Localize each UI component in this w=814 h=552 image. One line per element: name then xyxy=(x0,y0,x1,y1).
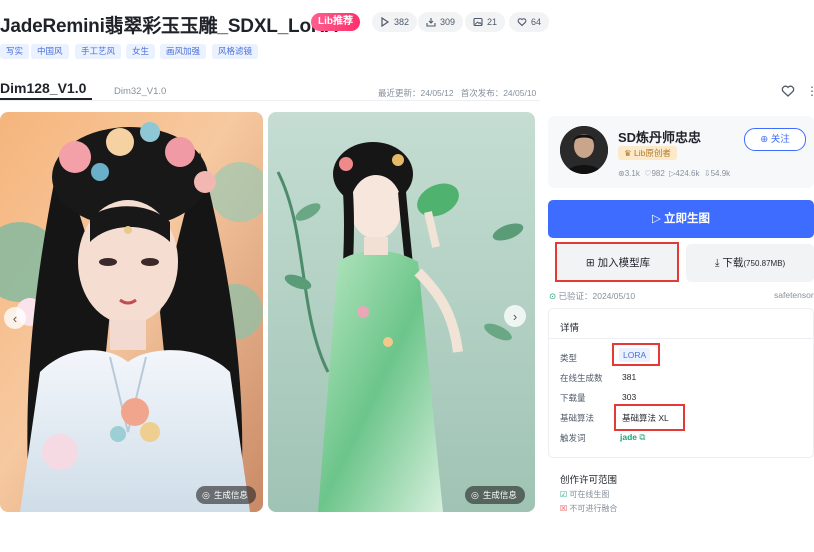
author-stats: ⊛3.1k ♡982 ▷424.6k ⇩54.9k xyxy=(618,169,730,178)
jade-figure-standing-image xyxy=(268,112,535,512)
generate-now-button[interactable]: ▷ 立即生图 xyxy=(548,200,814,238)
tab-version-dim128[interactable]: Dim128_V1.0 xyxy=(0,80,86,96)
detail-label-online-gens: 在线生成数 xyxy=(560,373,603,383)
download-button[interactable]: ⤓ 下载(750.87MB) xyxy=(686,244,814,282)
download-icon: ⇩ xyxy=(703,169,711,178)
download-size: (750.87MB) xyxy=(743,259,786,268)
detail-label-type: 类型 xyxy=(560,353,578,363)
tabs-divider xyxy=(0,100,540,101)
likes-count: 64 xyxy=(531,17,542,27)
detail-value-downloads: 303 xyxy=(622,392,637,402)
runs-stat: 382 xyxy=(372,12,418,32)
highlight-box-base-algorithm xyxy=(614,404,685,431)
jade-woman-portrait-image xyxy=(0,112,263,512)
favorite-heart-icon[interactable] xyxy=(781,84,795,98)
play-icon: ▷ xyxy=(651,213,661,225)
generation-info-button-2[interactable]: ◎ 生成信息 xyxy=(465,486,525,504)
verified-info: ⊙ 已验证：2024/05/10 xyxy=(549,290,635,302)
detail-value-online-gens: 381 xyxy=(622,372,637,382)
image-icon xyxy=(473,17,483,27)
tag-chip[interactable]: 风格滤镜 xyxy=(212,44,259,59)
file-format: safetensors xyxy=(774,290,814,300)
trigger-word-text: jade xyxy=(620,432,638,442)
tab-version-dim32[interactable]: Dim32_V1.0 xyxy=(114,86,166,97)
avatar[interactable] xyxy=(560,126,608,174)
tag-chip[interactable]: 中国风 xyxy=(31,44,69,59)
downloads-count: 309 xyxy=(440,17,456,27)
tag-chip[interactable]: 写实 xyxy=(0,44,30,59)
details-divider xyxy=(549,338,814,339)
images-count: 21 xyxy=(487,17,498,27)
x-square-icon: ☒ xyxy=(560,504,568,513)
chevron-right-icon: › xyxy=(512,308,518,324)
followers-icon: ⊛ xyxy=(618,169,625,178)
download-icon: ⤓ xyxy=(714,257,720,269)
license-forbidden-text: 不可进行融合 xyxy=(569,504,618,513)
more-menu-icon[interactable]: ⋮ xyxy=(806,84,814,98)
trigger-word-value[interactable]: jade ⧉ xyxy=(620,432,645,443)
generation-info-button-1[interactable]: ◎ 生成信息 xyxy=(196,486,256,504)
lib-recommend-badge: Lib推荐 xyxy=(311,13,360,31)
check-square-icon: ☑ xyxy=(560,490,568,499)
download-label: 下载 xyxy=(722,257,744,269)
detail-label-trigger-word: 触发词 xyxy=(560,433,586,443)
generation-info-label: 生成信息 xyxy=(213,490,248,500)
eye-icon: ◎ xyxy=(202,490,210,500)
creator-badge: ♛ Lib原创者 xyxy=(618,146,677,160)
generation-info-label: 生成信息 xyxy=(482,490,517,500)
license-item-forbidden: ☒ 不可进行融合 xyxy=(560,503,617,514)
model-title: JadeRemini翡翠彩玉玉雕_SDXL_LoRA xyxy=(0,16,338,37)
author-likes-count: 982 xyxy=(651,169,665,178)
heart-icon xyxy=(517,18,527,27)
license-title: 创作许可范围 xyxy=(560,475,618,486)
downloads-stat: 309 xyxy=(418,12,464,32)
details-title: 详情 xyxy=(560,323,580,334)
tag-chip[interactable]: 女生 xyxy=(126,44,156,59)
copy-icon[interactable]: ⧉ xyxy=(639,432,645,442)
highlight-box-add-library xyxy=(555,242,679,282)
tag-chip[interactable]: 手工艺风 xyxy=(75,44,122,59)
license-item-allowed: ☑ 可在线生图 xyxy=(560,489,609,500)
generate-now-label: 立即生图 xyxy=(664,213,711,225)
license-allowed-text: 可在线生图 xyxy=(569,490,610,499)
likes-stat[interactable]: 64 xyxy=(509,12,550,32)
gallery-image-1[interactable] xyxy=(0,112,263,512)
followers-count: 3.1k xyxy=(624,169,640,178)
gallery-prev-button[interactable]: ‹ xyxy=(4,307,26,329)
creator-badge-label: Lib原创者 xyxy=(634,148,671,158)
download-tray-icon xyxy=(426,18,436,27)
gallery-image-2[interactable] xyxy=(268,112,535,512)
play-icon xyxy=(381,17,390,27)
updated-date: 最近更新：24/05/12 xyxy=(378,88,454,98)
tag-chip[interactable]: 画风加强 xyxy=(160,44,207,59)
images-stat: 21 xyxy=(465,12,506,32)
author-name[interactable]: SD炼丹师忠忠 xyxy=(618,127,701,146)
detail-label-base-algorithm: 基础算法 xyxy=(560,413,595,423)
follow-label: 关注 xyxy=(770,134,790,145)
author-avatar-image xyxy=(560,126,608,174)
version-dates: 最近更新：24/05/12 首次发布：24/05/10 xyxy=(378,87,536,99)
chevron-left-icon: ‹ xyxy=(12,310,18,326)
highlight-box-type xyxy=(612,343,660,366)
crown-icon: ♛ xyxy=(624,148,632,158)
verified-date: 已验证：2024/05/10 xyxy=(558,291,636,301)
runs-count: 382 xyxy=(394,17,410,27)
check-circle-icon: ⊙ xyxy=(549,291,557,301)
eye-icon: ◎ xyxy=(471,490,479,500)
detail-label-downloads: 下载量 xyxy=(560,393,586,403)
follow-button[interactable]: ⊕ 关注 xyxy=(744,128,806,151)
published-date: 首次发布：24/05/10 xyxy=(460,88,537,98)
author-views-count: 424.6k xyxy=(675,169,700,178)
gallery-next-button[interactable]: › xyxy=(504,305,526,327)
add-user-icon: ⊕ xyxy=(760,134,769,145)
author-downloads-count: 54.9k xyxy=(710,169,731,178)
